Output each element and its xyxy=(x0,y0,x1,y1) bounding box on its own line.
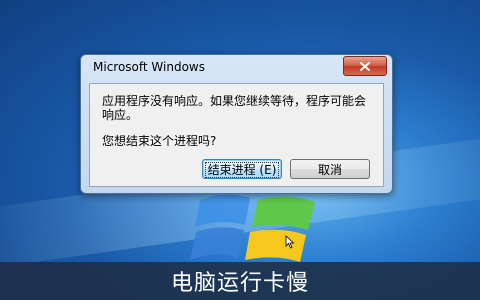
not-responding-dialog: Microsoft Windows 应用程序没有响应。如果您继续等待，程序可能会… xyxy=(80,54,393,194)
cancel-label: 取消 xyxy=(317,163,342,177)
dialog-message: 应用程序没有响应。如果您继续等待，程序可能会响应。 xyxy=(102,94,367,122)
caption-text: 电脑运行卡慢 xyxy=(170,271,309,296)
dialog-title: Microsoft Windows xyxy=(93,60,205,74)
close-icon xyxy=(360,61,370,71)
dialog-content: 应用程序没有响应。如果您继续等待，程序可能会响应。 您想结束这个进程吗? 结束进… xyxy=(89,83,384,187)
close-button[interactable] xyxy=(343,56,387,76)
end-process-label: 结束进程 (E) xyxy=(204,162,280,178)
caption-bar: 电脑运行卡慢 xyxy=(0,262,480,300)
dialog-titlebar[interactable]: Microsoft Windows xyxy=(81,55,392,81)
cancel-button[interactable]: 取消 xyxy=(290,159,370,179)
busy-cursor-icon xyxy=(285,235,295,249)
dialog-question: 您想结束这个进程吗? xyxy=(102,134,217,148)
end-process-button[interactable]: 结束进程 (E) xyxy=(202,159,282,179)
